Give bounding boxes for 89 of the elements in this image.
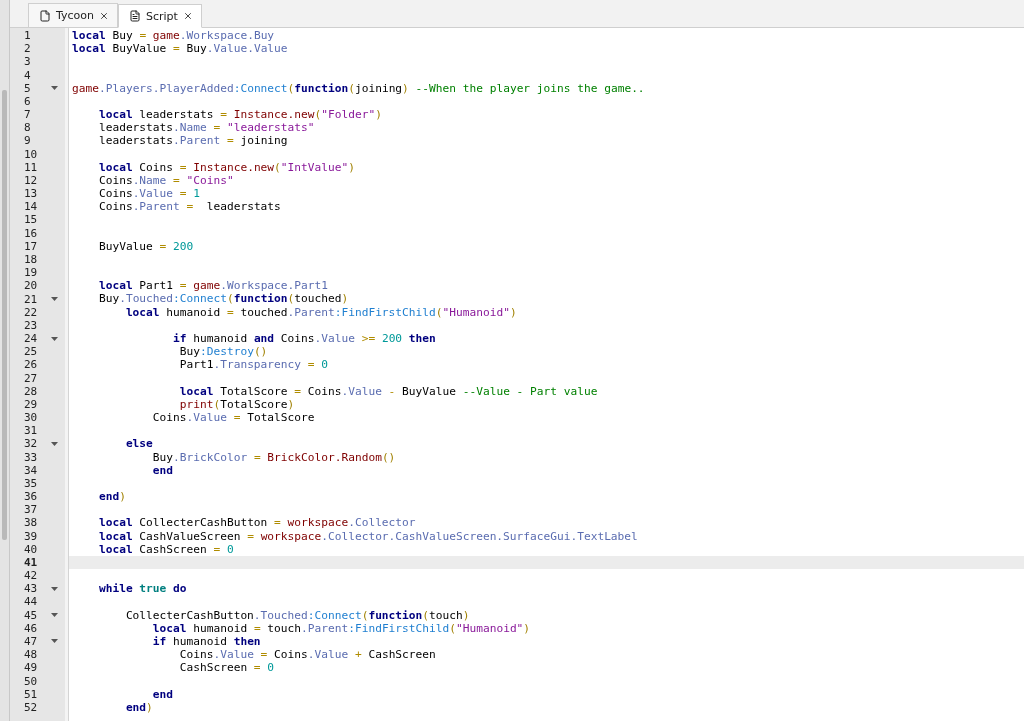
line-number: 44	[23, 595, 39, 609]
code-line: if humanoid and Coins.Value >= 200 then	[172, 331, 436, 346]
line-number: 45	[23, 608, 39, 622]
line-number: 47	[23, 635, 39, 648]
code-line: local leaderstats = Instance.new("Folder")	[97, 108, 382, 122]
line-number: 6	[23, 94, 32, 108]
code-line: leaderstats.Name = "leaderstats"	[97, 121, 315, 135]
code-line: local CollecterCashButton = workspace.Collector	[97, 516, 416, 530]
code-line: while true do	[97, 582, 187, 596]
code-line: leaderstats.Parent = joining	[97, 134, 288, 148]
line-number: 16	[23, 226, 39, 240]
line-number: 4	[23, 68, 32, 82]
line-number: 32	[23, 437, 39, 451]
line-number: 11	[23, 160, 39, 174]
line-number: 35	[23, 476, 39, 490]
code-line: Coins.Name = "Coins"	[97, 173, 234, 188]
line-number: 26	[23, 358, 39, 372]
code-line: Buy.Touched:Connect(function(touched)	[97, 292, 349, 306]
line-number: 25	[23, 345, 39, 359]
code-line: Coins.Value = TotalScore	[151, 411, 315, 425]
line-number: 42	[23, 569, 39, 583]
editor-tab[interactable]: Script	[118, 4, 202, 28]
line-number: 46	[23, 621, 39, 635]
code-line: if humanoid then	[151, 634, 261, 649]
line-number: 3	[23, 55, 32, 69]
code-line: Coins.Value = Coins.Value + CashScreen	[178, 648, 436, 662]
line-number: 7	[23, 108, 32, 122]
code-line: CollecterCashButton.Touched:Connect(function(touch)	[124, 608, 470, 622]
code-line: local TotalScore = Coins.Value - BuyValue --Value - Part value	[178, 384, 598, 398]
code-line: local Buy = game.Workspace.Buy	[72, 29, 275, 43]
code-line: CashScreen = 0	[178, 661, 275, 675]
line-number: 31	[23, 424, 39, 438]
line-number: 12	[23, 173, 39, 187]
code-line: end)	[97, 490, 126, 504]
line-number: 23	[23, 318, 39, 332]
code-line: local Part1 = game.Workspace.Part1	[97, 279, 328, 293]
code-line: Buy:Destroy()	[178, 345, 268, 359]
line-number: 2	[23, 42, 32, 56]
code-line: end)	[124, 700, 153, 714]
line-number: 18	[23, 253, 39, 266]
line-number: 30	[23, 411, 39, 425]
code-line: local BuyValue = Buy.Value.Value	[72, 42, 288, 56]
line-number: 1	[23, 29, 32, 43]
line-number: 38	[23, 516, 39, 530]
line-number: 40	[23, 542, 39, 556]
line-number: 14	[23, 200, 39, 214]
line-number: 49	[23, 661, 39, 675]
code-line: local CashScreen = 0	[97, 542, 234, 556]
line-number: 8	[23, 121, 32, 135]
code-line: BuyValue = 200	[97, 239, 194, 253]
line-number: 9	[23, 134, 32, 148]
code-line: local humanoid = touched.Parent:FindFirstChild("Humanoid")	[124, 305, 517, 319]
line-number: 15	[23, 213, 39, 227]
line-number: 28	[23, 384, 39, 398]
line-number: 20	[23, 279, 39, 293]
editor-tab[interactable]: Tycoon	[28, 3, 118, 27]
line-number: 48	[23, 648, 39, 662]
code-line: Coins.Parent = leaderstats	[97, 200, 281, 214]
line-number: 19	[23, 266, 39, 280]
line-number: 43	[23, 582, 39, 596]
line-number: 10	[23, 147, 39, 161]
line-number: 29	[23, 397, 39, 411]
line-number: 17	[23, 239, 39, 253]
code-line: local CashValueScreen = workspace.Collector.CashValueScreen.SurfaceGui.TextLabel	[97, 529, 638, 543]
line-number: 33	[23, 450, 39, 464]
line-number: 52	[23, 700, 39, 714]
line-number: 34	[23, 463, 39, 477]
line-number: 36	[23, 490, 39, 504]
code-line: Buy.BrickColor = BrickColor.Random()	[151, 450, 396, 464]
code-line: else	[124, 437, 153, 451]
line-number: 41	[23, 555, 39, 569]
line-number: 22	[23, 305, 39, 319]
code-line: game.Players.PlayerAdded:Connect(function(joining) --When the player joins the game..	[72, 81, 645, 95]
code-line: end	[151, 463, 174, 477]
line-number: 27	[23, 371, 39, 385]
line-number: 5	[23, 81, 32, 95]
code-line: Part1.Transparency = 0	[178, 358, 328, 372]
line-number: 50	[23, 674, 39, 688]
line-number: 39	[23, 529, 39, 543]
line-number: 13	[23, 187, 39, 201]
line-number: 37	[23, 503, 39, 517]
code-line: end	[151, 687, 174, 701]
code-line: local Coins = Instance.new("IntValue")	[97, 160, 355, 174]
code-line: Coins.Value = 1	[97, 187, 200, 201]
line-number: 24	[23, 332, 39, 346]
code-line: local humanoid = touch.Parent:FindFirstChild("Humanoid")	[151, 621, 531, 635]
line-number: 21	[23, 292, 39, 306]
line-number: 51	[23, 687, 39, 701]
code-line: print(TotalScore)	[178, 397, 295, 411]
